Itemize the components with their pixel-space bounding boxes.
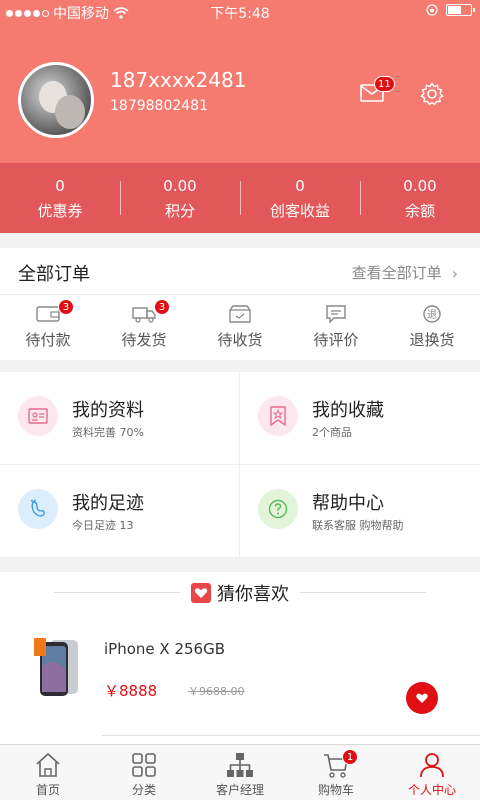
stat-value: 0.00: [403, 177, 437, 195]
message-count-badge: 11: [374, 76, 395, 92]
battery-icon: [446, 4, 475, 16]
stat-label: 积分: [164, 202, 195, 220]
avatar[interactable]: [18, 62, 94, 138]
recommend-title: 猜你喜欢: [0, 580, 480, 606]
phone-number: 18798802481: [110, 98, 208, 114]
add-favorite-button[interactable]: [406, 682, 438, 714]
wallet-icon: [36, 306, 60, 322]
feature-title: 我的足迹: [72, 493, 144, 514]
help-center-card[interactable]: 帮助中心 联系客服 购物帮助: [240, 465, 480, 558]
order-pending-payment[interactable]: 3 待付款: [0, 295, 96, 359]
feature-title: 帮助中心: [312, 493, 384, 514]
package-icon: [229, 305, 251, 323]
status-time: 下午5:48: [210, 6, 270, 22]
account-stats-bar: 0 优惠券 0.00 积分 0 创客收益 0.00 余额: [0, 163, 480, 233]
stat-value: 0: [55, 177, 65, 195]
stat-label: 优惠券: [37, 202, 83, 220]
view-all-orders-label: 查看全部订单: [351, 264, 442, 282]
status-right: [426, 4, 475, 16]
orders-header[interactable]: 全部订单 查看全部订单 ›: [0, 248, 480, 295]
stat-value: 0: [295, 177, 305, 195]
bookmark-star-icon: [258, 396, 298, 436]
stat-value: 0.00: [163, 177, 197, 195]
my-footprints-card[interactable]: 我的足迹 今日足迹 13: [0, 465, 240, 558]
orders-section: 全部订单 查看全部订单 › 3 待付款 3 待发货 待收货 待评价 退 退换货: [0, 248, 480, 360]
order-status-row: 3 待付款 3 待发货 待收货 待评价 退 退换货: [0, 295, 480, 359]
profile-header: 中国移动 下午5:48 187xxxx2481 18798802481 11: [0, 0, 480, 163]
org-chart-icon: [227, 753, 253, 777]
tab-home[interactable]: 首页: [0, 745, 96, 800]
tab-label: 分类: [131, 783, 156, 797]
stat-coupons[interactable]: 0 优惠券: [0, 163, 120, 233]
order-count-badge: 3: [154, 299, 170, 315]
feature-subtitle: 今日足迹 13: [72, 519, 134, 532]
avatar-photo-face: [55, 95, 85, 129]
tab-profile[interactable]: 个人中心: [384, 745, 480, 800]
order-label: 退换货: [409, 331, 455, 349]
tab-label: 首页: [35, 783, 60, 797]
divider: [102, 735, 480, 736]
heart-icon: [191, 583, 211, 603]
product-image[interactable]: [32, 636, 88, 698]
product-price: ￥8888: [104, 682, 158, 700]
view-all-orders-link[interactable]: 查看全部订单: [352, 262, 456, 283]
product-name[interactable]: iPhone X 256GB: [104, 640, 225, 658]
feature-subtitle: 资料完善 70%: [72, 426, 144, 439]
cart-count-badge: 1: [342, 749, 358, 765]
order-label: 待发货: [121, 331, 167, 349]
help-icon: [258, 489, 298, 529]
stat-points[interactable]: 0.00 积分: [120, 163, 240, 233]
product-original-price: ￥9688.00: [188, 685, 245, 698]
recommend-section: 猜你喜欢 iPhone X 256GB ￥8888 ￥9688.00: [0, 572, 480, 744]
order-count-badge: 3: [58, 299, 74, 315]
stat-label: 创客收益: [269, 202, 330, 220]
feature-grid: 我的资料 资料完善 70% 我的收藏 2个商品 我的足迹 今日足迹 13 帮助中…: [0, 372, 480, 558]
username: 187xxxx2481: [110, 68, 247, 92]
my-favorites-card[interactable]: 我的收藏 2个商品: [240, 372, 480, 465]
settings-button[interactable]: [420, 82, 444, 106]
recommend-title-label: 猜你喜欢: [217, 584, 289, 605]
user-icon: [420, 753, 444, 778]
bottom-tab-bar: 首页 分类 客户经理 1 购物车 个人中心: [0, 744, 480, 800]
tab-cart[interactable]: 1 购物车: [288, 745, 384, 800]
heart-icon: [416, 693, 428, 703]
tab-label: 个人中心: [407, 783, 456, 797]
order-pending-review[interactable]: 待评价: [288, 295, 384, 359]
feature-subtitle: 2个商品: [312, 426, 352, 439]
message-button[interactable]: 11: [360, 76, 395, 102]
grid-icon: [132, 753, 156, 777]
tab-account-manager[interactable]: 客户经理: [192, 745, 288, 800]
order-returns[interactable]: 退 退换货: [384, 295, 480, 359]
orders-title: 全部订单: [18, 264, 90, 285]
feature-subtitle: 联系客服 购物帮助: [312, 519, 404, 532]
order-pending-receipt[interactable]: 待收货: [192, 295, 288, 359]
tab-label: 客户经理: [215, 783, 264, 797]
stat-maker-earnings[interactable]: 0 创客收益: [240, 163, 360, 233]
profile-card-icon: [18, 396, 58, 436]
gear-icon: [420, 82, 444, 106]
status-bar: 中国移动 下午5:48: [0, 0, 480, 24]
divider: [300, 592, 426, 593]
tab-categories[interactable]: 分类: [96, 745, 192, 800]
svg-text:退: 退: [427, 309, 437, 321]
truck-icon: [132, 307, 156, 323]
order-label: 待收货: [217, 331, 263, 349]
return-icon: 退: [423, 305, 441, 323]
my-profile-card[interactable]: 我的资料 资料完善 70%: [0, 372, 240, 465]
rotation-lock-icon: [426, 4, 438, 16]
battery-level: [448, 6, 461, 14]
tab-label: 购物车: [317, 783, 354, 797]
chevron-right-icon: ›: [451, 264, 458, 283]
feature-title: 我的资料: [72, 400, 144, 421]
stat-label: 余额: [404, 202, 435, 220]
order-label: 待付款: [25, 331, 71, 349]
order-label: 待评价: [313, 331, 359, 349]
home-icon: [36, 752, 60, 777]
feature-title: 我的收藏: [312, 400, 384, 421]
divider: [54, 592, 180, 593]
stat-balance[interactable]: 0.00 余额: [360, 163, 480, 233]
footprint-icon: [18, 489, 58, 529]
order-pending-shipment[interactable]: 3 待发货: [96, 295, 192, 359]
comment-icon: [326, 305, 346, 323]
